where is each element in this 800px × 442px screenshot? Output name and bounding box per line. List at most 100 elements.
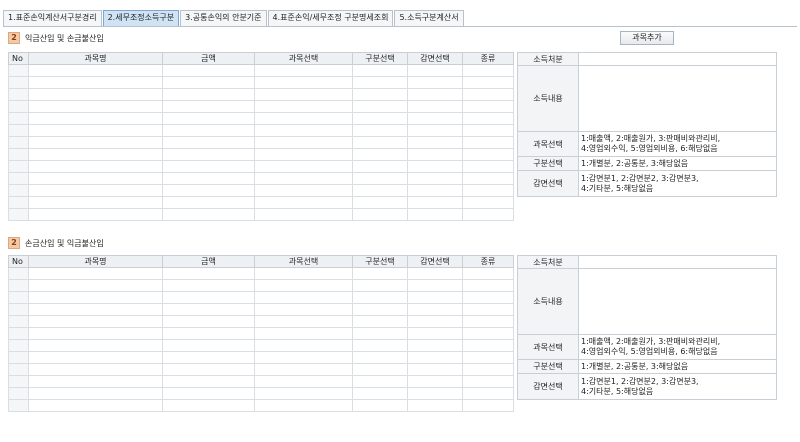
table-row[interactable] [8, 64, 514, 77]
table-row[interactable] [8, 339, 514, 352]
grid-cell[interactable] [407, 363, 463, 376]
grid-cell[interactable] [352, 124, 408, 137]
grid-cell[interactable] [462, 399, 514, 412]
grid-cell[interactable] [8, 148, 29, 161]
grid-cell[interactable] [407, 112, 463, 125]
grid-cell[interactable] [28, 136, 163, 149]
grid-cell[interactable] [28, 76, 163, 89]
grid-cell[interactable] [162, 339, 255, 352]
grid-cell[interactable] [162, 124, 255, 137]
grid-cell[interactable] [254, 291, 353, 304]
grid-cell[interactable] [407, 339, 463, 352]
grid-cell[interactable] [352, 351, 408, 364]
table-row[interactable] [8, 291, 514, 304]
grid-cell[interactable] [28, 303, 163, 316]
grid-cell[interactable] [162, 267, 255, 280]
grid-cell[interactable] [8, 172, 29, 185]
grid-cell[interactable] [162, 375, 255, 388]
table-row[interactable] [8, 279, 514, 292]
value-income-content[interactable] [578, 65, 777, 132]
grid-cell[interactable] [254, 387, 353, 400]
table-row[interactable] [8, 208, 514, 221]
grid-cell[interactable] [352, 184, 408, 197]
value-income-content[interactable] [578, 268, 777, 335]
grid-cell[interactable] [352, 315, 408, 328]
grid-cell[interactable] [462, 279, 514, 292]
table-row[interactable] [8, 327, 514, 340]
grid-cell[interactable] [8, 184, 29, 197]
grid-cell[interactable] [254, 64, 353, 77]
grid-cell[interactable] [407, 387, 463, 400]
grid-cell[interactable] [8, 267, 29, 280]
grid-cell[interactable] [28, 399, 163, 412]
grid-cell[interactable] [162, 148, 255, 161]
table-row[interactable] [8, 375, 514, 388]
grid-cell[interactable] [462, 100, 514, 113]
grid-cell[interactable] [162, 279, 255, 292]
table-row[interactable] [8, 148, 514, 161]
grid-cell[interactable] [8, 339, 29, 352]
grid-cell[interactable] [28, 148, 163, 161]
table-row[interactable] [8, 124, 514, 137]
grid-cell[interactable] [254, 100, 353, 113]
grid-cell[interactable] [162, 112, 255, 125]
grid-cell[interactable] [254, 315, 353, 328]
grid-cell[interactable] [254, 267, 353, 280]
grid-cell[interactable] [28, 100, 163, 113]
grid-cell[interactable] [162, 76, 255, 89]
grid-cell[interactable] [407, 88, 463, 101]
grid-cell[interactable] [8, 351, 29, 364]
table-row[interactable] [8, 387, 514, 400]
grid-cell[interactable] [28, 112, 163, 125]
grid-cell[interactable] [462, 172, 514, 185]
grid-cell[interactable] [462, 64, 514, 77]
grid-cell[interactable] [462, 327, 514, 340]
table-row[interactable] [8, 136, 514, 149]
grid-cell[interactable] [407, 375, 463, 388]
grid-cell[interactable] [162, 184, 255, 197]
grid-cell[interactable] [162, 315, 255, 328]
grid-cell[interactable] [162, 291, 255, 304]
grid-cell[interactable] [352, 375, 408, 388]
grid-cell[interactable] [254, 196, 353, 209]
grid-cell[interactable] [28, 279, 163, 292]
grid-cell[interactable] [352, 267, 408, 280]
grid-cell[interactable] [407, 196, 463, 209]
grid-cell[interactable] [462, 387, 514, 400]
grid-cell[interactable] [162, 100, 255, 113]
tab-adjustment-detail-view[interactable]: 4.표준손익/세무조정 구분명세조회 [267, 10, 394, 26]
grid-cell[interactable] [407, 100, 463, 113]
table-row[interactable] [8, 76, 514, 89]
table-row[interactable] [8, 100, 514, 113]
grid-cell[interactable] [28, 64, 163, 77]
tab-common-allocation[interactable]: 3.공통손익의 안분기준 [180, 10, 267, 26]
grid-cell[interactable] [407, 279, 463, 292]
grid-cell[interactable] [162, 136, 255, 149]
table-row[interactable] [8, 184, 514, 197]
grid-cell[interactable] [8, 136, 29, 149]
grid-cell[interactable] [407, 327, 463, 340]
grid-cell[interactable] [254, 339, 353, 352]
grid-cell[interactable] [162, 387, 255, 400]
add-account-button[interactable]: 과목추가 [620, 31, 674, 45]
grid-cell[interactable] [462, 160, 514, 173]
grid-cell[interactable] [352, 279, 408, 292]
grid-cell[interactable] [462, 375, 514, 388]
grid-cell[interactable] [352, 363, 408, 376]
grid-cell[interactable] [407, 351, 463, 364]
grid-cell[interactable] [8, 100, 29, 113]
grid-cell[interactable] [462, 112, 514, 125]
grid-cell[interactable] [407, 124, 463, 137]
grid-cell[interactable] [8, 112, 29, 125]
grid-cell[interactable] [8, 124, 29, 137]
grid-cell[interactable] [162, 64, 255, 77]
grid-cell[interactable] [407, 208, 463, 221]
grid-cell[interactable] [254, 160, 353, 173]
grid-cell[interactable] [462, 351, 514, 364]
grid-cell[interactable] [462, 124, 514, 137]
grid-cell[interactable] [352, 303, 408, 316]
grid-cell[interactable] [462, 148, 514, 161]
grid-cell[interactable] [28, 375, 163, 388]
grid-cell[interactable] [352, 196, 408, 209]
grid-cell[interactable] [254, 172, 353, 185]
